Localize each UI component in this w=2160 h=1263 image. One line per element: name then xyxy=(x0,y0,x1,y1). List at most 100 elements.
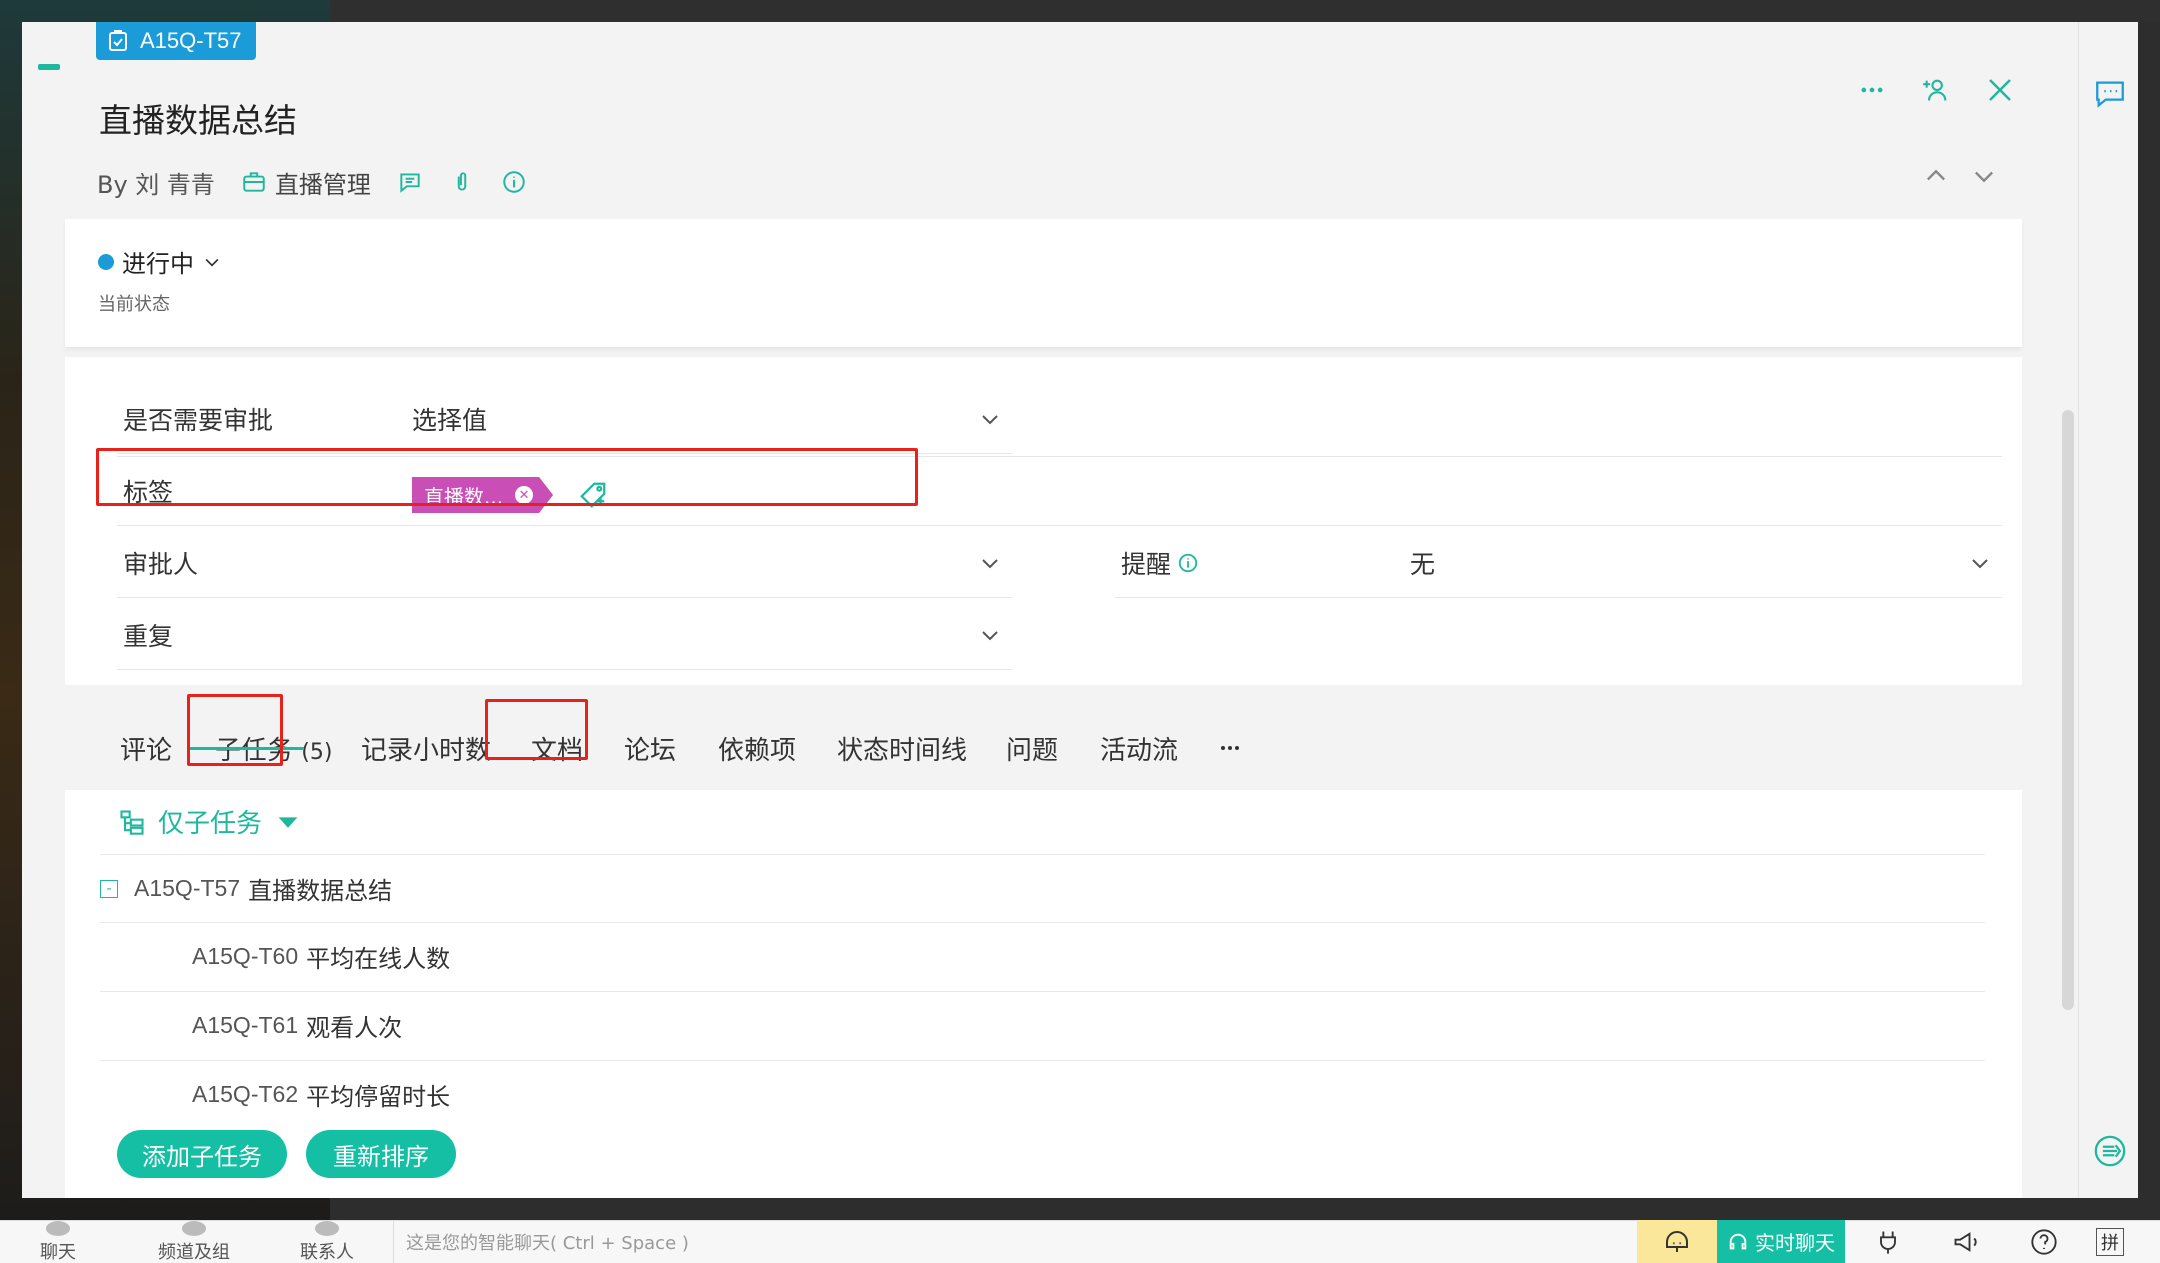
tab-issues[interactable]: 问题 xyxy=(1006,730,1058,767)
info-icon[interactable] xyxy=(1177,552,1199,574)
status-dot xyxy=(98,253,114,270)
task-author: By 刘 青青 xyxy=(97,170,215,199)
chevron-down-icon xyxy=(982,414,998,424)
ime-indicator[interactable]: 拼 xyxy=(2096,1228,2124,1256)
status-card xyxy=(65,219,2022,347)
project-link[interactable]: 直播管理 xyxy=(241,165,371,200)
channels-nav[interactable]: 频道及组 xyxy=(158,1221,230,1263)
chevron-down-icon[interactable] xyxy=(1970,162,1998,190)
list-circle-icon[interactable] xyxy=(2093,1134,2127,1168)
subtask-name: 直播数据总结 xyxy=(248,877,393,905)
comment-icon[interactable] xyxy=(397,169,423,195)
chat-nav-label: 聊天 xyxy=(40,1242,76,1263)
chevron-down-icon xyxy=(205,258,219,267)
subtask-name: 观看人次 xyxy=(306,1014,403,1042)
right-rail xyxy=(2078,22,2138,1198)
remove-tag-icon[interactable]: ✕ xyxy=(515,486,533,504)
chat-bubble-icon[interactable] xyxy=(2093,77,2127,111)
add-tag-icon[interactable] xyxy=(578,480,608,510)
tab-activity[interactable]: 活动流 xyxy=(1100,730,1178,767)
chat-nav[interactable]: 聊天 xyxy=(40,1221,76,1263)
tab-status-timeline[interactable]: 状态时间线 xyxy=(837,730,967,767)
tab-bar: 评论 子任务 (5) 记录小时数 文档 论坛 依赖项 状态时间线 问题 活动流 xyxy=(65,708,2022,790)
subtask-code: A15Q-T61 xyxy=(192,1012,299,1038)
field-label: 重复 xyxy=(123,621,174,651)
field-label: 提醒 xyxy=(1121,545,1199,581)
repeat-field[interactable]: 重复 xyxy=(117,600,1012,670)
contacts-nav[interactable]: 联系人 xyxy=(300,1221,354,1263)
subtask-filter[interactable]: 仅子任务 xyxy=(118,803,302,840)
task-id: A15Q-T57 xyxy=(140,28,242,53)
contact-icon xyxy=(315,1221,339,1236)
subtask-parent-row[interactable]: - A15Q-T57 直播数据总结 xyxy=(100,854,1985,922)
task-meta: By 刘 青青 直播管理 xyxy=(97,162,527,202)
more-icon[interactable] xyxy=(1856,74,1888,106)
tab-comments[interactable]: 评论 xyxy=(120,730,172,767)
tags-field: 标签 xyxy=(117,456,2002,526)
subtask-code: A15Q-T57 xyxy=(134,875,241,901)
contacts-nav-label: 联系人 xyxy=(300,1242,354,1263)
window-titlebar xyxy=(330,0,2160,22)
help-icon[interactable] xyxy=(2030,1228,2058,1256)
plug-icon[interactable] xyxy=(1874,1228,1902,1256)
live-chat-button[interactable]: 实时聊天 xyxy=(1717,1220,1845,1263)
tag-label: 直播数... xyxy=(424,484,504,509)
smart-chat-input[interactable]: 这是您的智能聊天( Ctrl + Space ) xyxy=(393,1220,1633,1263)
tab-documents[interactable]: 文档 xyxy=(531,730,583,767)
subtask-code: A15Q-T62 xyxy=(192,1081,299,1107)
more-tabs-icon[interactable] xyxy=(1215,736,1245,760)
filter-label: 仅子任务 xyxy=(158,809,263,839)
briefcase-icon xyxy=(243,172,265,192)
reminder-label: 提醒 xyxy=(1121,549,1172,579)
subtask-code: A15Q-T60 xyxy=(192,943,299,969)
collapse-icon[interactable]: - xyxy=(100,879,118,898)
task-check-icon xyxy=(109,30,127,51)
field-label: 是否需要审批 xyxy=(123,405,274,435)
hierarchy-icon xyxy=(120,809,144,835)
bot-button[interactable] xyxy=(1637,1220,1717,1263)
scrollbar[interactable] xyxy=(2062,410,2074,1010)
reminder-field[interactable]: 提醒 无 xyxy=(1115,528,2002,598)
reorder-button[interactable]: 重新排序 xyxy=(306,1130,456,1178)
subtask-row[interactable]: A15Q-T61 观看人次 xyxy=(100,991,1985,1059)
status-sublabel: 当前状态 xyxy=(98,294,170,315)
tab-dependencies[interactable]: 依赖项 xyxy=(718,730,796,767)
chevron-down-icon xyxy=(1972,558,1988,568)
tab-timelog[interactable]: 记录小时数 xyxy=(361,730,491,767)
group-icon xyxy=(182,1221,206,1236)
field-value: 无 xyxy=(1410,549,1436,579)
chevron-down-icon xyxy=(982,630,998,640)
chevron-down-icon xyxy=(982,558,998,568)
field-label: 审批人 xyxy=(123,549,199,579)
task-title[interactable]: 直播数据总结 xyxy=(99,94,297,142)
megaphone-icon[interactable] xyxy=(1952,1228,1980,1256)
tab-subtasks-label: 子任务 xyxy=(215,736,294,766)
close-icon[interactable] xyxy=(1984,74,2016,106)
active-tab-indicator xyxy=(188,747,304,750)
tab-forum[interactable]: 论坛 xyxy=(624,730,676,767)
header-actions xyxy=(1856,74,2016,106)
project-name: 直播管理 xyxy=(274,170,371,199)
bot-icon xyxy=(1666,1230,1688,1252)
tab-subtasks-count: (5) xyxy=(301,740,333,765)
add-follower-icon[interactable] xyxy=(1920,74,1952,106)
tag-chip[interactable]: 直播数... ✕ xyxy=(412,477,553,513)
approver-field[interactable]: 审批人 xyxy=(117,528,1012,598)
attachment-icon[interactable] xyxy=(449,169,475,195)
field-label: 标签 xyxy=(123,478,174,507)
chat-icon xyxy=(46,1221,70,1236)
add-subtask-button[interactable]: 添加子任务 xyxy=(117,1130,287,1178)
chevron-up-icon[interactable] xyxy=(1922,162,1950,190)
status-label: 进行中 xyxy=(122,250,194,278)
subtask-row[interactable]: A15Q-T62 平均停留时长 xyxy=(100,1060,1985,1128)
task-navigation xyxy=(1922,162,1998,190)
status-dropdown[interactable]: 进行中 xyxy=(98,244,222,279)
task-id-badge: A15Q-T57 xyxy=(96,22,256,60)
channels-nav-label: 频道及组 xyxy=(158,1242,230,1263)
subtask-row[interactable]: A15Q-T60 平均在线人数 xyxy=(100,922,1985,990)
subtask-name: 平均停留时长 xyxy=(306,1083,451,1111)
approval-field[interactable]: 是否需要审批 选择值 xyxy=(117,384,1012,454)
task-detail-panel: A15Q-T57 直播数据总结 By 刘 青青 直播管理 进行中 当前状态 是否… xyxy=(22,22,2078,1198)
info-icon[interactable] xyxy=(501,169,527,195)
sidebar-toggle[interactable] xyxy=(38,64,60,70)
